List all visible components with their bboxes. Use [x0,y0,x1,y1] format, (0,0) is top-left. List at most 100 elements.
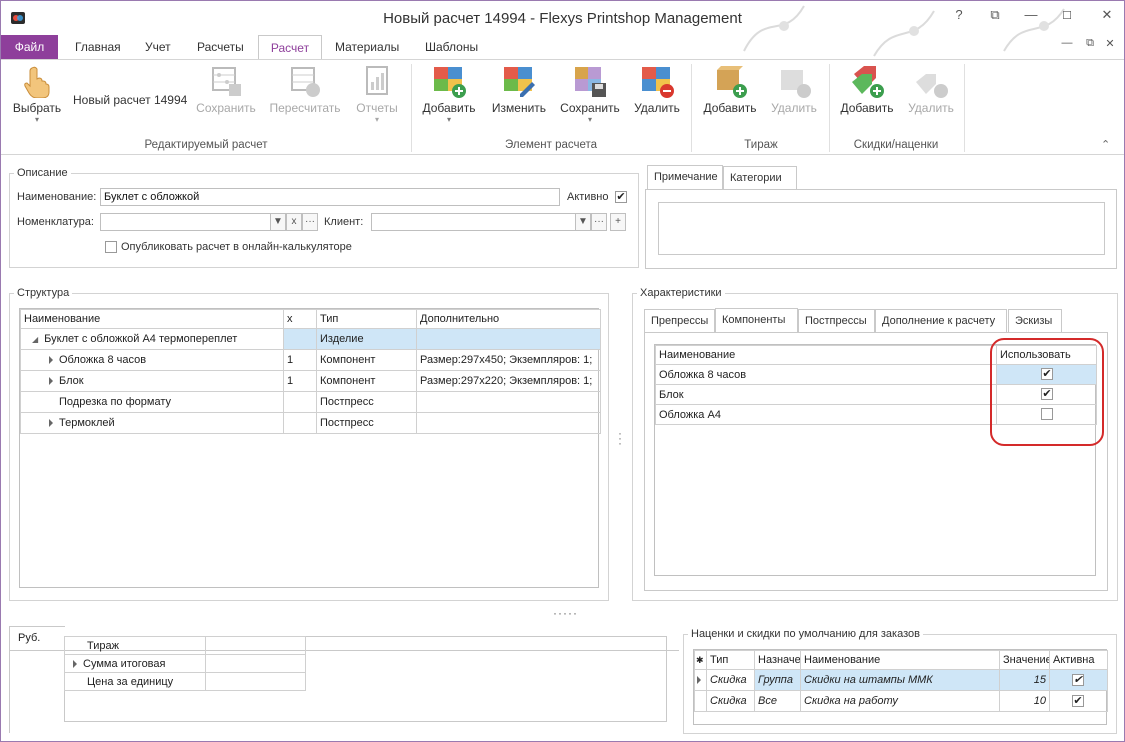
active-checkbox[interactable]: ✔ [1072,695,1084,707]
chevron-down-icon[interactable]: ▼ [575,213,591,231]
minimize-button[interactable]: — [1020,7,1042,27]
reports-button[interactable]: Отчеты ▾ [353,64,401,124]
tab-calculations[interactable]: Расчеты [189,35,252,60]
nomenclature-select[interactable] [100,213,286,231]
table-row[interactable]: Цена за единицу [64,672,306,691]
table-row[interactable]: Блок 1 Компонент Размер:297x220; Экземпл… [20,370,601,392]
name-label: Наименование: [17,191,97,203]
recalc-button[interactable]: Пересчитать [267,64,343,115]
notes-textarea[interactable] [658,202,1105,255]
select-button[interactable]: Выбрать ▾ [9,64,65,124]
tab-templates[interactable]: Шаблоны [417,35,486,60]
row-unit-price: Цена за единицу [64,672,206,691]
tab-categories[interactable]: Категории [723,166,797,190]
expand-icon[interactable] [49,356,53,365]
column-header-extra[interactable]: Дополнительно [416,309,601,329]
tab-sketches[interactable]: Эскизы [1008,309,1062,333]
tab-accounting[interactable]: Учет [137,35,179,60]
column-header-name[interactable]: Наименование [20,309,284,329]
tab-materials[interactable]: Материалы [327,35,407,60]
table-row[interactable]: Тираж [64,636,306,655]
row-extra: Размер:297x450; Экземпляров: 1; [416,349,601,371]
group-label-run: Тираж [744,139,778,151]
puzzle-save-icon [573,64,607,98]
expand-icon[interactable] [49,377,53,386]
tab-rub[interactable]: Руб. [9,626,65,651]
tab-notes[interactable]: Примечание [647,165,723,190]
delete-run-button[interactable]: Удалить [767,64,821,115]
group-label-edited: Редактируемый расчет [144,139,268,151]
table-row[interactable]: ◢ Буклет с обложкой А4 термопереплет Изде… [20,328,601,350]
client-add-button[interactable]: + [610,213,626,231]
active-label: Активно [567,191,609,203]
table-row[interactable]: Скидка Все Скидка на работу 10 ✔ [694,690,1108,712]
row-assign: Все [754,690,801,712]
row-total: Сумма итоговая [83,657,166,670]
table-row[interactable]: Скидка Группа Скидки на штампы ММК 15 ✔ [694,669,1108,691]
collapse-icon[interactable]: ◢ [32,335,38,344]
client-more-button[interactable]: ··· [591,213,607,231]
delete-element-button[interactable]: Удалить [629,64,685,115]
active-checkbox[interactable]: ✔ [1072,674,1084,686]
restore-icon[interactable]: ⧉ [984,7,1006,27]
highlight-annotation [990,338,1104,446]
chevron-down-icon[interactable]: ▼ [270,213,286,231]
column-header-type[interactable]: Тип [706,650,755,670]
row-extra [416,328,601,350]
dropdown-arrow-icon: ▾ [446,115,451,124]
delete-discount-button[interactable]: Удалить [905,64,957,115]
tab-components[interactable]: Компоненты [715,308,798,333]
tab-prepress[interactable]: Препрессы [644,309,715,333]
add-discount-button[interactable]: Добавить [837,64,897,115]
delete-label: Удалить [634,101,680,115]
vertical-splitter-handle[interactable]: · · · [618,427,622,449]
collapse-ribbon-icon[interactable]: ⌃ [1101,138,1110,151]
tab-calculation[interactable]: Расчет [258,35,322,61]
row-value [205,636,306,655]
table-row[interactable]: Сумма итоговая [64,654,306,673]
column-header-x[interactable]: x [283,309,317,329]
clear-button[interactable]: x [286,213,302,231]
row-name: Обложка 8 часов [59,354,147,366]
add-run-button[interactable]: Добавить [699,64,761,115]
horizontal-splitter-handle[interactable]: ····· [553,606,578,620]
save-element-button[interactable]: Сохранить ▾ [559,64,621,124]
tab-postpress[interactable]: Постпрессы [798,309,875,333]
help-button[interactable]: ? [948,7,970,27]
column-header-value[interactable]: Значение [999,650,1050,670]
abacus-delete-icon [640,64,674,98]
table-row[interactable]: Обложка 8 часов 1 Компонент Размер:297x4… [20,349,601,371]
column-header-name[interactable]: Наименование [800,650,1000,670]
expand-icon[interactable] [49,419,53,428]
maximize-button[interactable]: ☐ [1056,9,1078,29]
column-header-name[interactable]: Наименование [655,345,997,365]
row-name: Скидки на штампы ММК [800,669,1000,691]
name-input[interactable]: Буклет с обложкой [100,188,560,206]
add-run-label: Добавить [703,101,757,115]
active-checkbox[interactable]: ✔ [615,191,627,203]
client-select[interactable] [371,213,591,231]
column-header-type[interactable]: Тип [316,309,417,329]
row-extra [416,391,601,413]
close-button[interactable]: ✕ [1096,7,1118,27]
more-button[interactable]: ··· [302,213,318,231]
tab-file[interactable]: Файл [1,35,58,60]
edit-element-button[interactable]: Изменить [487,64,551,115]
column-header-active[interactable]: Активна [1049,650,1108,670]
abacus-save-icon [209,64,243,98]
dropdown-arrow-icon: ▾ [587,115,592,124]
tab-calc-addition[interactable]: Дополнение к расчету [875,309,1007,333]
tab-home[interactable]: Главная [67,35,129,60]
table-row[interactable]: Подрезка по формату Постпресс [20,391,601,413]
client-label: Клиент: [324,216,364,228]
table-row[interactable]: Термоклей Постпресс [20,412,601,434]
save-button[interactable]: Сохранить [195,64,257,115]
add-element-button[interactable]: Добавить ▾ [419,64,479,124]
row-x [283,391,317,413]
price-tag-delete-icon [914,64,948,98]
expand-icon[interactable] [73,659,77,668]
publish-checkbox[interactable] [105,241,117,253]
row-type: Постпресс [316,391,417,413]
column-header-assign[interactable]: Назначе [754,650,801,670]
group-label-element: Элемент расчета [504,139,598,151]
